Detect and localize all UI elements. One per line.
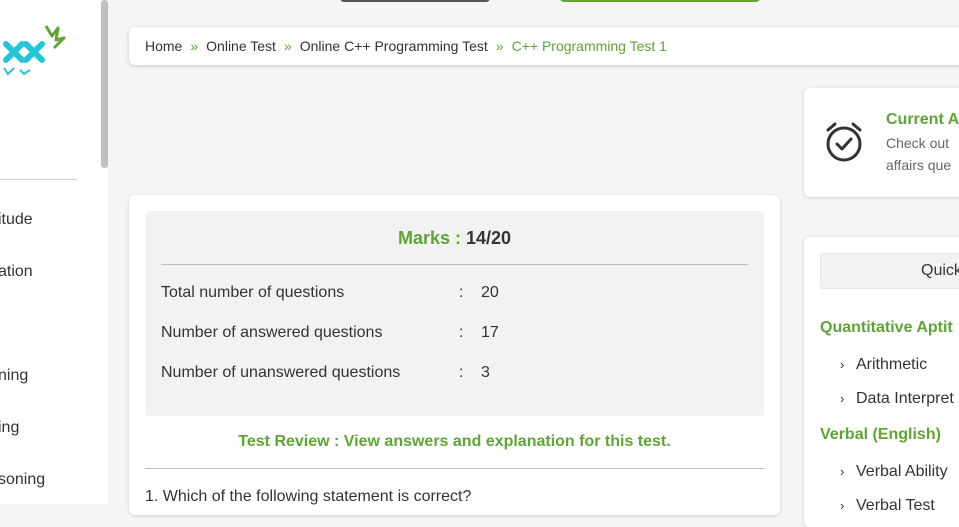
site-logo [3,25,66,76]
marks-label: Marks : [397,228,461,248]
sidebar-item-reasoning-2[interactable]: ing [0,419,19,437]
test-review-link[interactable]: Test Review : View answers and explanati… [129,433,780,451]
sidebar-scrollbar[interactable] [101,0,108,168]
quick-link-label: Verbal Test [856,497,935,514]
current-affairs-description: Check out affairs que [886,135,952,173]
test-result-card: Marks : 14/20 Total number of questions … [129,195,780,515]
quick-links-category-verbal[interactable]: Verbal (English) [820,426,941,444]
stat-label: Total number of questions [161,284,345,301]
quick-links-header: Quick [820,253,959,289]
review-divider [145,468,764,469]
summary-divider [161,264,748,265]
current-affairs-card[interactable]: Current A Check out affairs que [804,88,959,197]
breadcrumb-current: C++ Programming Test 1 [511,38,667,54]
breadcrumb-online-test[interactable]: Online Test [206,38,276,54]
alarm-clock-check-icon [826,122,862,162]
quick-links-item-verbal-test[interactable]: › Verbal Test [840,497,935,515]
breadcrumb-separator: » [283,38,292,54]
quick-links-item-data-interpretation[interactable]: › Data Interpret [840,390,954,408]
breadcrumb-separator: » [495,38,504,54]
current-affairs-title[interactable]: Current A [886,111,959,129]
breadcrumb: Home » Online Test » Online C++ Programming … [129,27,959,65]
chevron-right-icon: › [840,464,845,479]
quick-link-label: Verbal Ability [856,463,948,480]
breadcrumb-home[interactable]: Home [145,38,182,54]
quick-links-category-quantitative[interactable]: Quantitative Aptit [820,319,953,337]
sidebar-item-aptitude[interactable]: itude [0,211,33,229]
breadcrumb-cpp-test[interactable]: Online C++ Programming Test [300,38,488,54]
stat-separator: : [459,364,464,381]
stat-value: 20 [481,284,499,301]
chevron-right-icon: › [840,357,845,372]
stat-label: Number of unanswered questions [161,364,401,381]
question-1: 1. Which of the following statement is c… [145,488,472,505]
marks-value: 14/20 [466,228,512,248]
left-sidebar: itude ation ning ing soning [0,0,108,504]
quick-link-label: Data Interpret [856,390,954,407]
page-heading-cropped [340,0,490,2]
page-heading-cropped-accent [560,0,760,2]
result-summary: Marks : 14/20 Total number of questions … [145,211,764,416]
stat-separator: : [459,324,464,341]
chevron-right-icon: › [840,498,845,513]
quick-links-card: Quick Quantitative Aptit › Arithmetic › Da… [804,237,959,527]
stat-value: 17 [481,324,499,341]
sidebar-item-reasoning-1[interactable]: ning [0,367,28,385]
sidebar-divider [0,179,77,180]
stat-label: Number of answered questions [161,324,383,341]
quick-links-item-arithmetic[interactable]: › Arithmetic [840,356,927,374]
breadcrumb-separator: » [190,38,199,54]
quick-links-item-verbal-ability[interactable]: › Verbal Ability [840,463,948,481]
chevron-right-icon: › [840,391,845,406]
marks-line: Marks : 14/20 [145,228,764,249]
stat-separator: : [459,284,464,301]
sidebar-item-reasoning-3[interactable]: soning [0,471,45,489]
sidebar-item-interpretation[interactable]: ation [0,263,33,281]
quick-links-header-text: Quick [921,262,959,279]
stat-value: 3 [481,364,490,381]
quick-link-label: Arithmetic [856,356,928,373]
